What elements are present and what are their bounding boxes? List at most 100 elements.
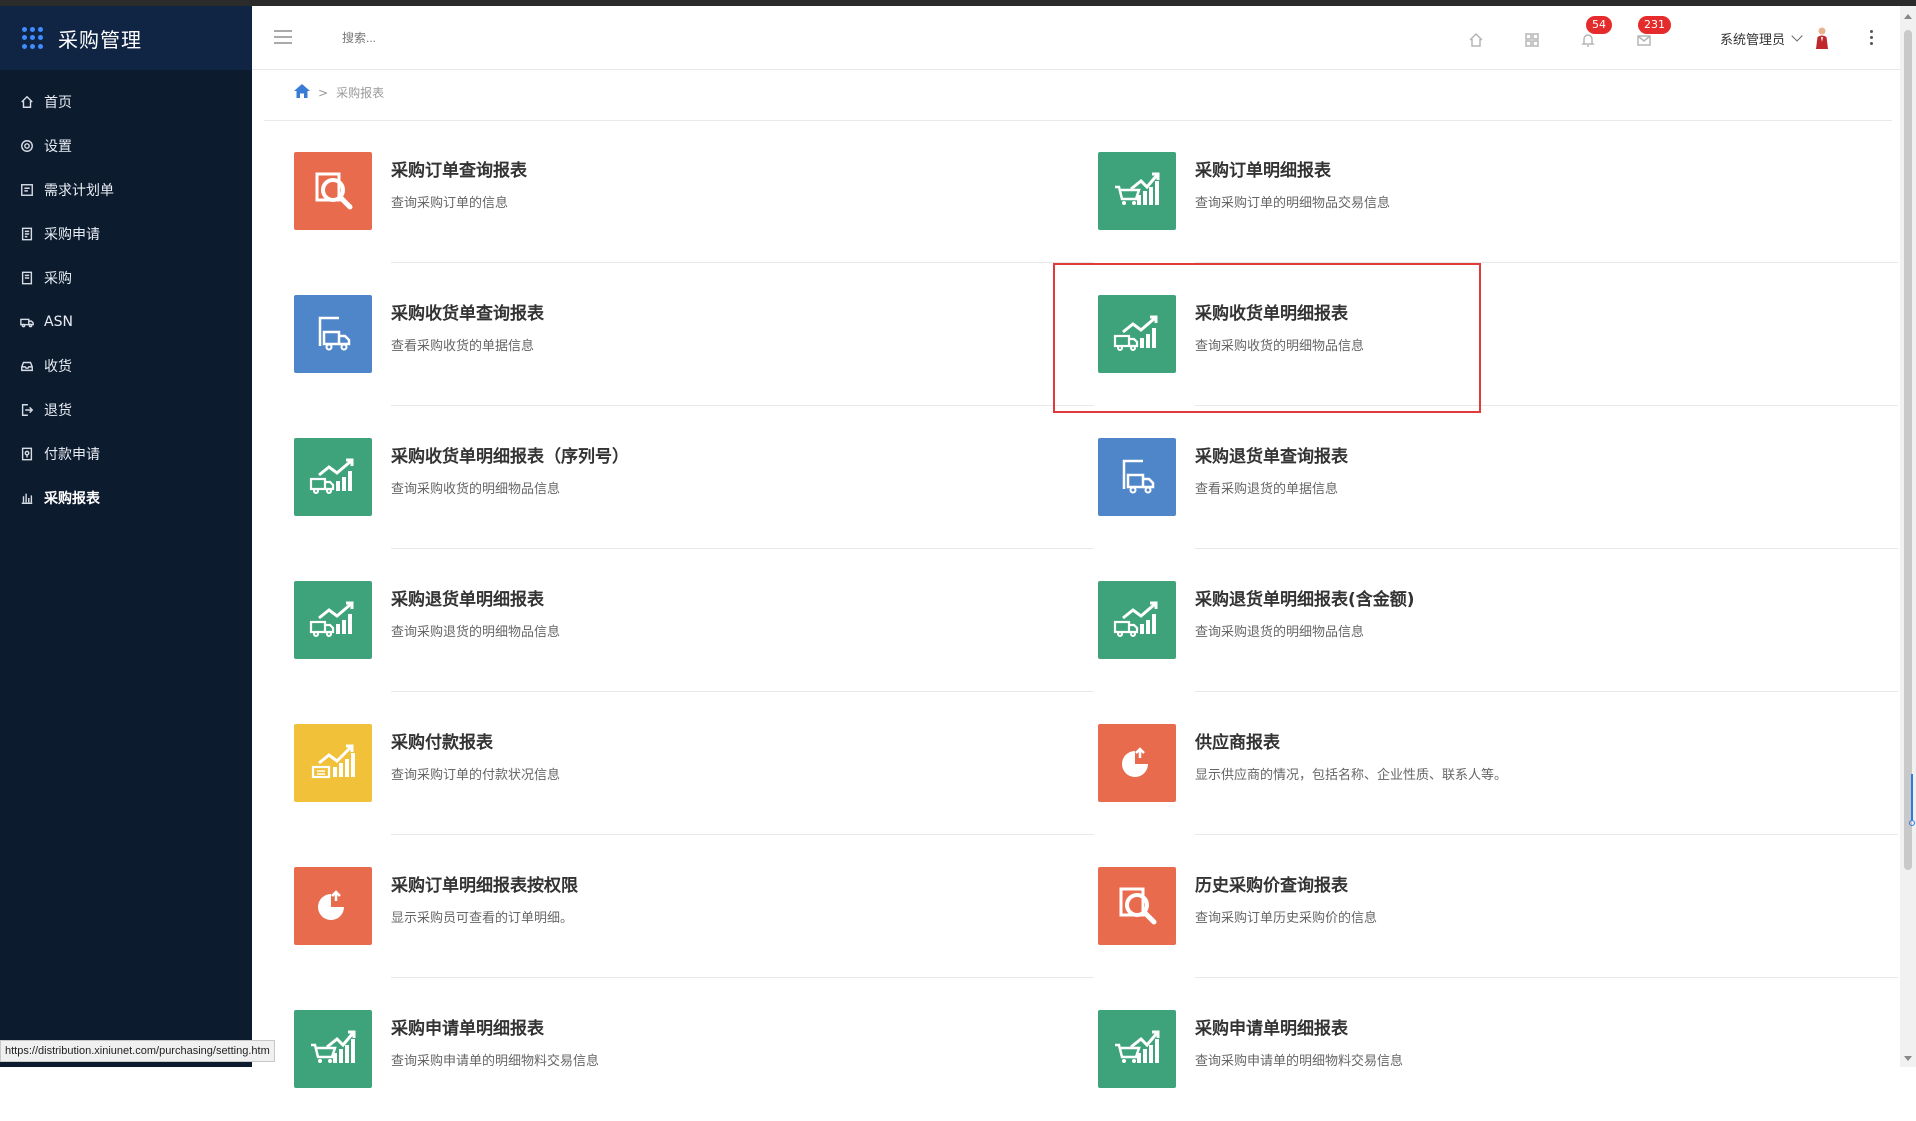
- sidebar-item-label: 采购: [44, 271, 72, 287]
- sidebar: 采购管理 首页 设置 需求计划单 采购申请 采购 ASN 收货 退货 付款申请 …: [0, 6, 252, 1067]
- report-title[interactable]: 供应商报表: [1195, 728, 1280, 753]
- breadcrumb-separator: >: [318, 85, 329, 100]
- report-title[interactable]: 采购订单明细报表: [1195, 156, 1331, 181]
- report-card[interactable]: 采购退货单明细报表(含金额) 查询采购退货的明细物品信息: [1098, 549, 1898, 692]
- report-desc: 查询采购订单的信息: [391, 196, 509, 211]
- report-card[interactable]: 供应商报表 显示供应商的情况，包括名称、企业性质、联系人等。: [1098, 692, 1898, 835]
- bell-icon[interactable]: [1580, 32, 1596, 48]
- report-desc: 查询采购退货的明细物品信息: [1195, 625, 1365, 640]
- sidebar-item-label: 收货: [44, 359, 72, 375]
- report-title[interactable]: 采购申请单明细报表: [1195, 1014, 1348, 1039]
- report-card[interactable]: 历史采购价查询报表 查询采购订单历史采购价的信息: [1098, 835, 1898, 978]
- truck-chart-icon: [1098, 581, 1176, 659]
- note-icon: [20, 183, 34, 197]
- report-card[interactable]: 采购订单查询报表 查询采购订单的信息: [294, 120, 1094, 263]
- sidebar-item-label: 设置: [44, 139, 72, 155]
- sidebar-item-purchase[interactable]: 采购: [0, 256, 252, 300]
- report-desc: 查询采购订单历史采购价的信息: [1195, 911, 1378, 926]
- report-desc: 查询采购订单的付款状况信息: [391, 768, 561, 783]
- home-icon[interactable]: [1468, 32, 1484, 48]
- report-card[interactable]: 采购退货单明细报表 查询采购退货的明细物品信息: [294, 549, 1094, 692]
- report-title[interactable]: 采购退货单明细报表: [391, 585, 544, 610]
- pay-icon: [20, 447, 34, 461]
- report-title[interactable]: 采购退货单明细报表(含金额): [1195, 585, 1415, 610]
- report-desc: 查看采购收货的单据信息: [391, 339, 535, 354]
- breadcrumb-current: 采购报表: [336, 86, 385, 100]
- breadcrumb-home-icon[interactable]: [294, 84, 310, 101]
- report-title[interactable]: 采购收货单明细报表（序列号）: [391, 442, 629, 467]
- cart-chart-icon: [294, 1010, 372, 1088]
- sidebar-item-return[interactable]: 退货: [0, 388, 252, 432]
- report-desc: 查询采购订单的明细物品交易信息: [1195, 196, 1391, 211]
- menu-toggle-icon[interactable]: [274, 30, 292, 44]
- report-card[interactable]: 采购付款报表 查询采购订单的付款状况信息: [294, 692, 1094, 835]
- report-card[interactable]: 采购申请单明细报表 查询采购申请单的明细物料交易信息: [1098, 978, 1898, 1121]
- report-title[interactable]: 采购退货单查询报表: [1195, 442, 1348, 467]
- sidebar-item-receiving[interactable]: 收货: [0, 344, 252, 388]
- report-title[interactable]: 采购收货单查询报表: [391, 299, 544, 324]
- app-title: 采购管理: [58, 27, 142, 52]
- sidebar-item-label: 需求计划单: [44, 183, 114, 199]
- report-title[interactable]: 历史采购价查询报表: [1195, 871, 1348, 896]
- truck-chart-icon: [294, 581, 372, 659]
- messages-badge: 231: [1638, 16, 1671, 34]
- report-title[interactable]: 采购订单查询报表: [391, 156, 527, 181]
- cart-chart-icon: [1098, 152, 1176, 230]
- search-input[interactable]: [342, 26, 542, 50]
- top-header: 54 231 系统管理员: [252, 6, 1900, 70]
- sidebar-item-label: 采购申请: [44, 227, 100, 243]
- gear-icon: [20, 139, 34, 153]
- user-name: 系统管理员: [1720, 32, 1786, 48]
- more-vertical-icon[interactable]: [1870, 30, 1874, 46]
- return-icon: [20, 403, 34, 417]
- report-card[interactable]: 采购订单明细报表按权限 显示采购员可查看的订单明细。: [294, 835, 1094, 978]
- apps-icon[interactable]: [1524, 32, 1540, 48]
- report-title[interactable]: 采购申请单明细报表: [391, 1014, 544, 1039]
- report-card[interactable]: 采购收货单查询报表 查看采购收货的单据信息: [294, 263, 1094, 406]
- mail-icon[interactable]: [1636, 32, 1652, 48]
- truck-chart-icon: [294, 438, 372, 516]
- report-card[interactable]: 采购申请单明细报表 查询采购申请单的明细物料交易信息: [294, 978, 1094, 1121]
- sidebar-item-settings[interactable]: 设置: [0, 124, 252, 168]
- coin-chart-icon: [294, 724, 372, 802]
- report-desc: 查询采购退货的明细物品信息: [391, 625, 561, 640]
- truck-doc-icon: [1098, 438, 1176, 516]
- report-desc: 显示供应商的情况，包括名称、企业性质、联系人等。: [1195, 768, 1508, 783]
- scroll-up-icon[interactable]: [1904, 14, 1912, 19]
- pie-chart-icon: [294, 867, 372, 945]
- sidebar-item-purchase-request[interactable]: 采购申请: [0, 212, 252, 256]
- report-desc: 查询采购收货的明细物品信息: [391, 482, 561, 497]
- apps-grid-icon[interactable]: [22, 27, 44, 49]
- magnifier-icon: [294, 152, 372, 230]
- list-icon: [20, 271, 34, 285]
- status-bar-url: https://distribution.xiniunet.com/purcha…: [0, 1040, 275, 1062]
- inbox-icon: [20, 359, 34, 373]
- report-card[interactable]: 采购退货单查询报表 查看采购退货的单据信息: [1098, 406, 1898, 549]
- report-card[interactable]: 采购收货单明细报表（序列号） 查询采购收货的明细物品信息: [294, 406, 1094, 549]
- report-card[interactable]: 采购订单明细报表 查询采购订单的明细物品交易信息: [1098, 120, 1898, 263]
- report-desc: 查询采购申请单的明细物料交易信息: [1195, 1054, 1404, 1069]
- avatar[interactable]: [1815, 26, 1829, 50]
- scroll-down-icon[interactable]: [1904, 1056, 1912, 1061]
- sidebar-item-label: 首页: [44, 95, 72, 111]
- doc-icon: [20, 227, 34, 241]
- report-desc: 查询采购申请单的明细物料交易信息: [391, 1054, 600, 1069]
- bar-chart-icon: [20, 491, 34, 505]
- page-scrollbar[interactable]: [1900, 6, 1916, 1067]
- sidebar-item-label: 退货: [44, 403, 72, 419]
- sidebar-item-home[interactable]: 首页: [0, 80, 252, 124]
- report-title[interactable]: 采购付款报表: [391, 728, 493, 753]
- breadcrumb: > 采购报表: [294, 84, 384, 101]
- app-brand[interactable]: 采购管理: [0, 6, 252, 70]
- home-icon: [20, 95, 34, 109]
- sidebar-item-asn[interactable]: ASN: [0, 300, 252, 344]
- user-menu[interactable]: 系统管理员: [1720, 26, 1829, 50]
- notifications-badge: 54: [1586, 16, 1612, 34]
- sidebar-item-payment-request[interactable]: 付款申请: [0, 432, 252, 476]
- report-title[interactable]: 采购订单明细报表按权限: [391, 871, 578, 896]
- scrollbar-thumb[interactable]: [1904, 30, 1912, 870]
- sidebar-item-purchase-reports[interactable]: 采购报表: [0, 476, 252, 520]
- resize-cursor-icon: [1909, 774, 1915, 830]
- selection-highlight-box: [1053, 263, 1481, 413]
- sidebar-item-demand-plan[interactable]: 需求计划单: [0, 168, 252, 212]
